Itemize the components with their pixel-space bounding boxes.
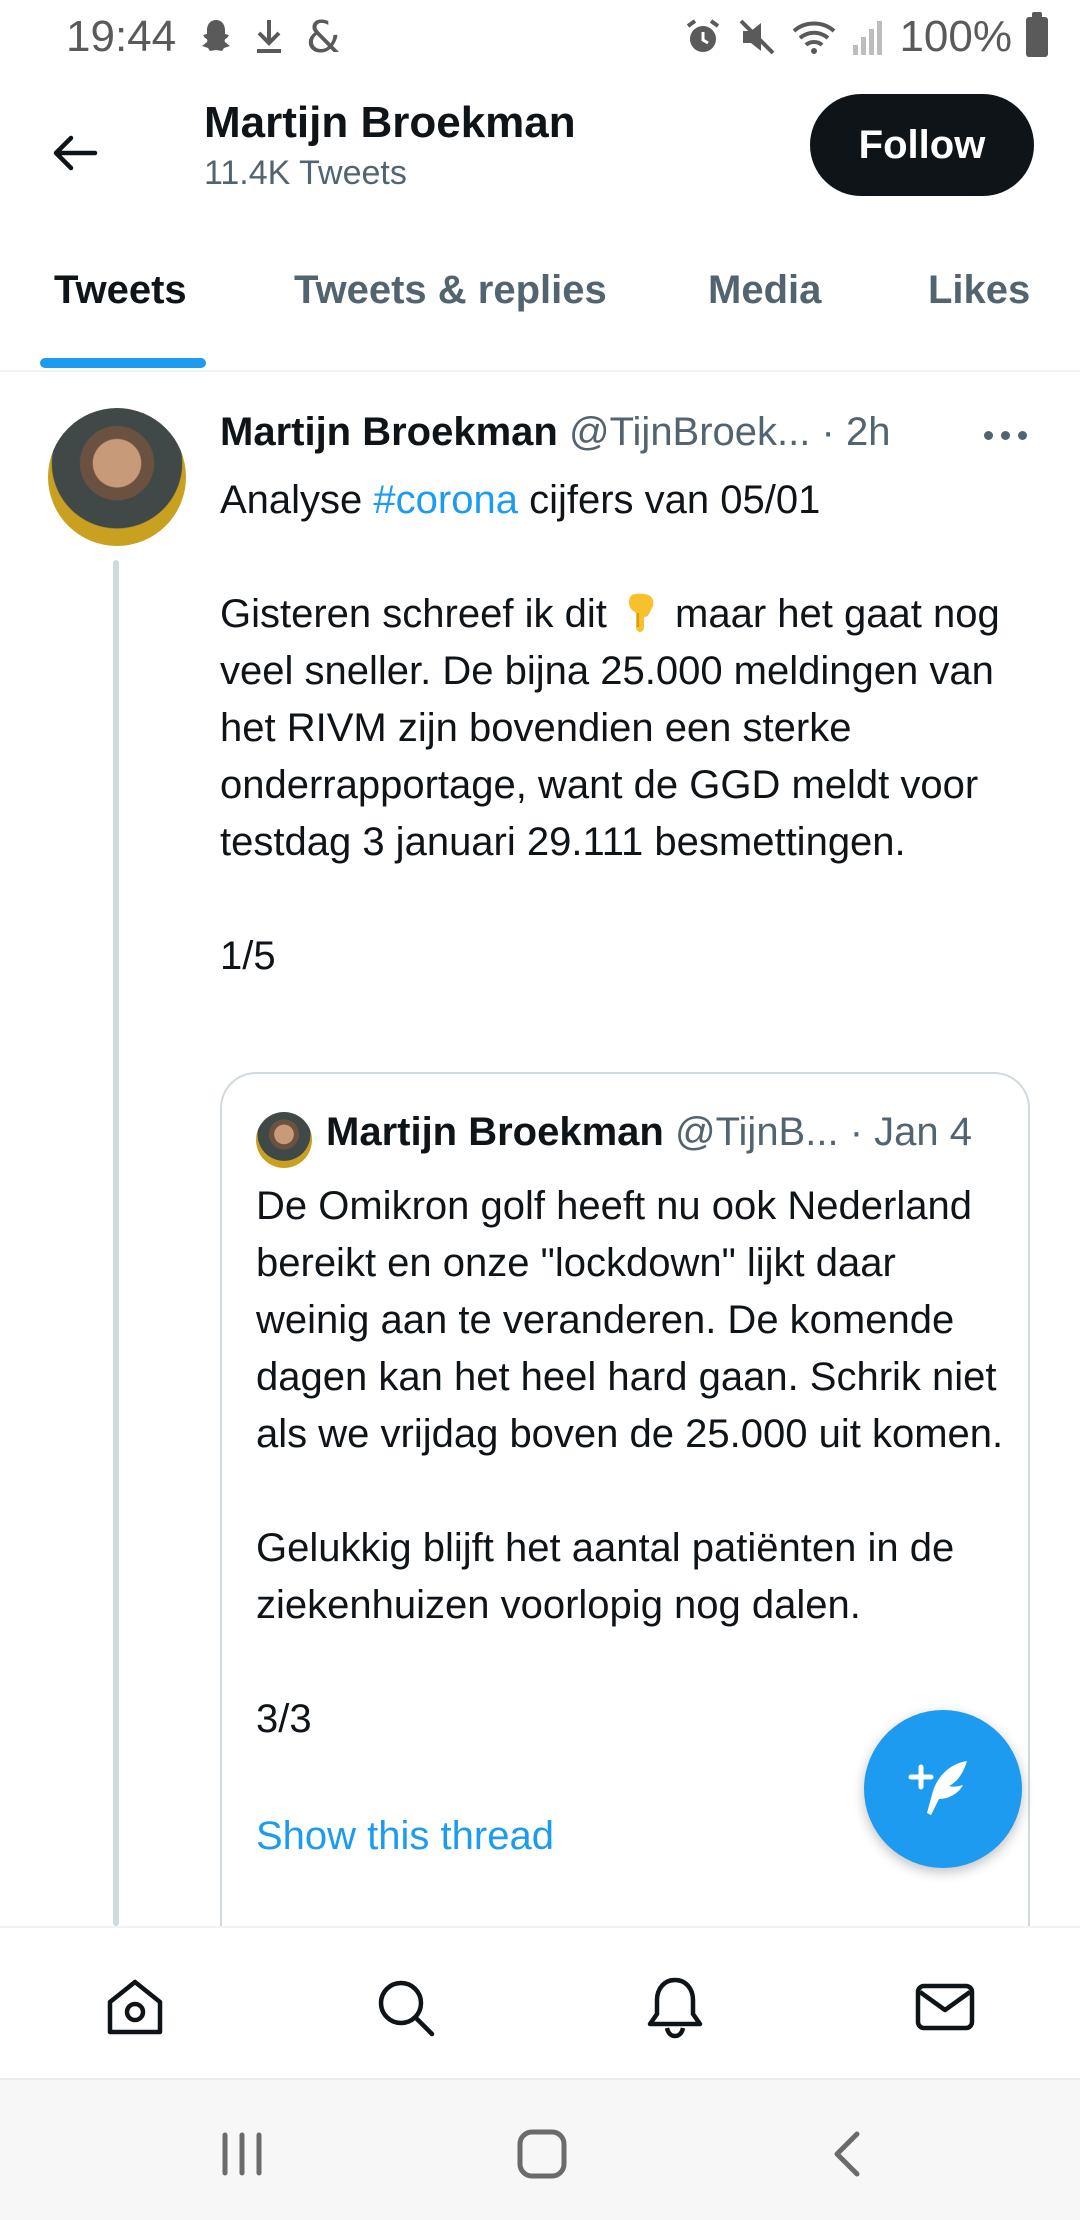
search-icon — [378, 1980, 435, 2037]
tab-likes[interactable]: Likes — [928, 268, 1030, 313]
tab-tweets-replies[interactable]: Tweets & replies — [294, 268, 607, 313]
battery-icon — [1026, 12, 1048, 57]
tweet-paragraph-2: Gisteren schreef ik dit maar het gaat no… — [220, 586, 1040, 871]
quoted-tweet-header: Martijn Broekman @TijnB... · Jan 4 — [326, 1110, 1016, 1155]
show-thread-link[interactable]: Show this thread — [256, 1814, 554, 1859]
follow-button[interactable]: Follow — [810, 94, 1034, 196]
back-button[interactable] — [40, 118, 110, 188]
quoted-author-handle: @TijnB... — [674, 1110, 839, 1154]
tweet-author-handle[interactable]: @TijnBroek... — [569, 410, 810, 454]
nav-messages[interactable] — [910, 1972, 980, 2042]
active-tab-indicator — [40, 358, 206, 368]
tweet-counter: 1/5 — [220, 934, 276, 978]
tweet-header: Martijn Broekman @TijnBroek... · 2h — [220, 410, 1040, 470]
profile-header: Martijn Broekman 11.4K Tweets Follow — [0, 88, 1080, 208]
arrow-left-icon — [53, 135, 98, 171]
compose-tweet-button[interactable] — [864, 1710, 1022, 1868]
wifi-icon — [793, 21, 836, 54]
status-time: 19:44 — [66, 12, 177, 61]
recents-icon — [222, 2132, 262, 2176]
tweet-author-name[interactable]: Martijn Broekman — [220, 410, 558, 454]
notifications-icon — [647, 1977, 703, 2039]
snapchat-icon — [202, 20, 230, 51]
thread-line — [113, 560, 119, 1926]
avatar[interactable] — [48, 408, 186, 546]
status-bar: 19:44 & 100% — [0, 0, 1080, 76]
quoted-author-name: Martijn Broekman — [326, 1110, 664, 1154]
quoted-avatar — [256, 1112, 312, 1168]
status-system-icons: 100% — [683, 12, 1048, 62]
tweet-line-1: Analyse #corona cijfers van 05/01 — [220, 472, 1040, 529]
tab-media[interactable]: Media — [708, 268, 821, 313]
home-button[interactable] — [512, 2124, 572, 2184]
nav-notifications[interactable] — [640, 1972, 710, 2042]
alarm-icon — [687, 19, 720, 52]
back-icon — [834, 2131, 860, 2177]
signal-icon — [853, 21, 883, 55]
recents-button[interactable] — [212, 2124, 272, 2184]
messages-icon — [915, 1983, 975, 2031]
system-navigation-bar — [0, 2078, 1080, 2220]
threads-icon: & — [306, 14, 340, 58]
home-icon — [107, 1979, 163, 2035]
home-button-icon — [517, 2129, 567, 2179]
tweet-text-segment: Analyse — [220, 478, 374, 522]
tweet-text-segment: cijfers van 05/01 — [517, 478, 821, 522]
quoted-timestamp: · Jan 4 — [849, 1110, 972, 1154]
tweet-text-segment: Gisteren schreef ik dit — [220, 592, 618, 636]
pointing-down-emoji-icon — [628, 593, 654, 632]
nav-search[interactable] — [370, 1972, 440, 2042]
tweet-body: Analyse #corona cijfers van 05/01 Gister… — [220, 472, 1040, 985]
more-options-icon[interactable] — [984, 420, 1034, 450]
bottom-navigation — [0, 1926, 1080, 2078]
battery-percent: 100% — [899, 12, 1012, 61]
quoted-paragraph-1: De Omikron golf heeft nu ook Nederland b… — [256, 1184, 1004, 1456]
mute-icon — [740, 19, 775, 55]
hashtag-link[interactable]: #corona — [373, 478, 518, 522]
tweet-timestamp[interactable]: · 2h — [822, 410, 891, 454]
back-nav-button[interactable] — [818, 2124, 878, 2184]
download-icon — [257, 20, 281, 53]
svg-text:&: & — [306, 14, 340, 58]
tab-tweets[interactable]: Tweets — [54, 268, 187, 313]
compose-feather-icon — [908, 1761, 967, 1815]
quoted-tweet-body: De Omikron golf heeft nu ook Nederland b… — [256, 1178, 1016, 1748]
profile-name: Martijn Broekman — [204, 98, 576, 147]
tweet-count: 11.4K Tweets — [204, 154, 407, 192]
status-notification-icons: & — [198, 14, 344, 58]
nav-home[interactable] — [100, 1972, 170, 2042]
profile-tabs: Tweets Tweets & replies Media Likes — [0, 248, 1080, 372]
quoted-paragraph-2: Gelukkig blijft het aantal patiënten in … — [256, 1526, 955, 1627]
